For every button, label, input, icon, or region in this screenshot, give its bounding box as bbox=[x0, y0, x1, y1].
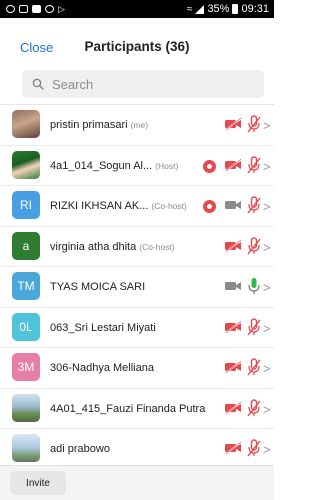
chevron-right-icon[interactable]: > bbox=[263, 442, 271, 457]
participants-header: Close Participants (36) bbox=[0, 30, 274, 62]
video-off-icon[interactable] bbox=[224, 400, 243, 415]
video-off-icon[interactable] bbox=[224, 441, 243, 455]
invite-button[interactable]: Invite bbox=[10, 471, 66, 495]
participant-list[interactable]: pristin primasari (me) >4a1_014_Sogun Al..… bbox=[0, 105, 274, 470]
participant-name-wrap: 063_Sri Lestari Miyati bbox=[50, 308, 156, 348]
avatar-initials: a bbox=[22, 238, 30, 253]
page-title: Participants (36) bbox=[84, 39, 190, 54]
participant-row[interactable]: TM TYAS MOICA SARI > bbox=[0, 267, 274, 308]
participant-name: 4A01_415_Fauzi Finanda Putra bbox=[50, 402, 206, 415]
chevron-right-icon[interactable]: > bbox=[263, 199, 271, 214]
avatar bbox=[12, 110, 40, 138]
video-off-icon[interactable] bbox=[224, 157, 243, 172]
video-off-icon[interactable] bbox=[224, 360, 243, 374]
avatar bbox=[12, 393, 40, 422]
video-off-icon[interactable] bbox=[224, 238, 243, 253]
search-input[interactable] bbox=[52, 76, 252, 92]
battery-icon bbox=[232, 4, 239, 14]
participant-name: pristin primasari bbox=[50, 119, 128, 131]
participant-name: TYAS MOICA SARI bbox=[50, 281, 146, 293]
chevron-right-icon[interactable]: > bbox=[263, 118, 271, 133]
participant-name: adi prabowo bbox=[50, 443, 110, 455]
participant-name: 306-Nadhya Melliana bbox=[50, 362, 154, 374]
participant-row[interactable]: 0L 063_Sri Lestari Miyati > bbox=[0, 308, 274, 348]
rotate-icon bbox=[45, 5, 54, 13]
avatar: a bbox=[12, 231, 40, 260]
mic-muted-icon[interactable] bbox=[247, 439, 261, 458]
mic-muted-icon[interactable] bbox=[247, 358, 261, 377]
participant-row[interactable]: RI RIZKI IKHSAN AK... (Co-host) > bbox=[0, 186, 274, 227]
avatar: 3M bbox=[12, 353, 40, 381]
mic-muted-icon[interactable] bbox=[247, 317, 261, 337]
participant-name-wrap: 4a1_014_Sogun Al... (Host) bbox=[50, 146, 178, 186]
avatar bbox=[12, 150, 40, 179]
participant-name: 4a1_014_Sogun Al... bbox=[50, 159, 153, 172]
avatar: RI bbox=[12, 191, 40, 219]
participant-role: (Host) bbox=[155, 160, 179, 171]
participant-name-wrap: TYAS MOICA SARI bbox=[50, 267, 145, 307]
participant-name: RIZKI IKHSAN AK... bbox=[50, 200, 149, 212]
video-off-icon[interactable] bbox=[224, 319, 243, 334]
bottom-bar: Invite bbox=[0, 465, 274, 500]
participant-row[interactable]: 4a1_014_Sogun Al... (Host) > bbox=[0, 146, 274, 186]
mic-muted-icon[interactable] bbox=[247, 196, 261, 215]
participant-role: (me) bbox=[130, 120, 149, 130]
participant-role: (Co-host) bbox=[139, 241, 175, 252]
participant-row[interactable]: 4A01_415_Fauzi Finanda Putra > bbox=[0, 389, 274, 429]
avatar-initials: TM bbox=[17, 279, 35, 293]
avatar-initials: 3M bbox=[17, 360, 35, 374]
avatar-initials: 0L bbox=[19, 319, 33, 334]
mic-muted-icon[interactable] bbox=[247, 115, 261, 134]
signal-icon bbox=[195, 4, 205, 14]
participant-name-wrap: pristin primasari (me) bbox=[50, 105, 148, 145]
participant-row[interactable]: a virginia atha dhita (Co-host) > bbox=[0, 227, 274, 267]
avatar: 0L bbox=[12, 312, 40, 341]
status-bar: ▷ ≈ 35% 09:31 bbox=[0, 0, 274, 18]
participant-name-wrap: RIZKI IKHSAN AK... (Co-host) bbox=[50, 186, 187, 226]
whatsapp-icon bbox=[6, 5, 15, 13]
recording-icon bbox=[203, 200, 216, 213]
chevron-right-icon[interactable]: > bbox=[263, 321, 271, 336]
clock: 09:31 bbox=[241, 3, 269, 15]
mic-muted-icon[interactable] bbox=[247, 398, 261, 418]
participant-row[interactable]: adi prabowo > bbox=[0, 429, 274, 470]
gallery-icon bbox=[19, 5, 28, 13]
avatar bbox=[12, 434, 40, 462]
avatar: TM bbox=[12, 272, 40, 300]
participant-row[interactable]: pristin primasari (me) > bbox=[0, 105, 274, 146]
participant-row[interactable]: 3M 306-Nadhya Melliana > bbox=[0, 348, 274, 389]
participant-name-wrap: 306-Nadhya Melliana bbox=[50, 348, 154, 388]
participant-name-wrap: 4A01_415_Fauzi Finanda Putra bbox=[50, 389, 205, 429]
chevron-right-icon[interactable]: > bbox=[263, 280, 271, 295]
recording-icon bbox=[203, 159, 216, 173]
mic-muted-icon[interactable] bbox=[247, 236, 261, 256]
search-icon bbox=[32, 78, 44, 90]
status-bar-notifications: ▷ bbox=[6, 4, 65, 15]
search-box[interactable] bbox=[22, 70, 264, 98]
video-off-icon[interactable] bbox=[224, 117, 243, 131]
participant-role: (Co-host) bbox=[151, 201, 187, 211]
chevron-right-icon[interactable]: > bbox=[263, 361, 271, 376]
chevron-right-icon[interactable]: > bbox=[263, 159, 271, 174]
wifi-icon: ≈ bbox=[186, 3, 193, 15]
play-icon: ▷ bbox=[58, 3, 65, 14]
mic-on-icon[interactable] bbox=[247, 277, 261, 296]
chevron-right-icon[interactable]: > bbox=[263, 402, 271, 417]
participant-name-wrap: virginia atha dhita (Co-host) bbox=[50, 227, 175, 267]
participant-name: virginia atha dhita bbox=[50, 240, 137, 253]
status-bar-system: ≈ 35% 09:31 bbox=[187, 3, 269, 15]
battery-percent: 35% bbox=[207, 3, 230, 15]
participant-name-wrap: adi prabowo bbox=[50, 429, 110, 469]
participant-name: 063_Sri Lestari Miyati bbox=[50, 321, 156, 334]
video-on-icon[interactable] bbox=[224, 279, 243, 293]
avatar-initials: RI bbox=[20, 198, 32, 212]
video-on-icon[interactable] bbox=[224, 198, 243, 212]
mic-muted-icon[interactable] bbox=[247, 155, 261, 175]
chevron-right-icon[interactable]: > bbox=[263, 240, 271, 255]
video-icon bbox=[32, 5, 41, 13]
